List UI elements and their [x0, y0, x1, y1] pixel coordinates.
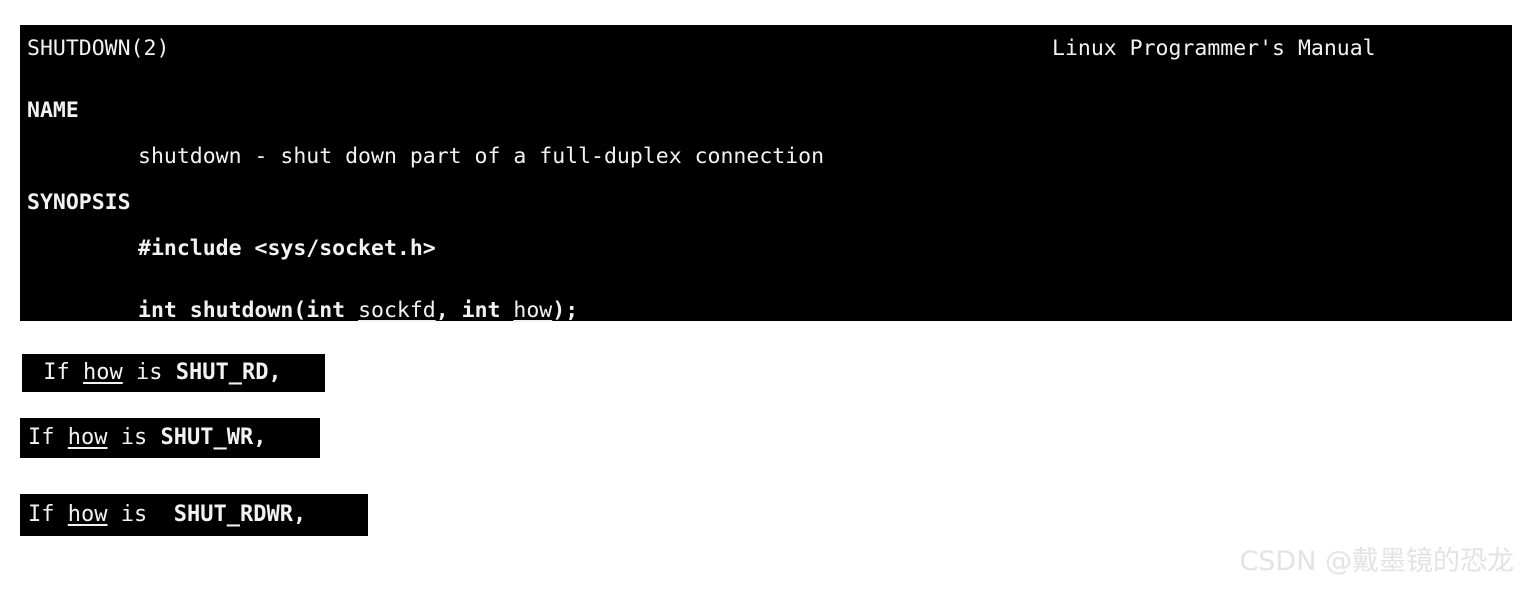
snippet-middle: is	[107, 502, 174, 527]
csdn-watermark: CSDN @戴墨镜的恐龙	[1239, 546, 1514, 577]
section-heading-synopsis: SYNOPSIS	[27, 190, 131, 215]
snippet-shut-wr: If how is SHUT_WR,	[20, 418, 320, 458]
snippet-constant-shut-wr: SHUT_WR,	[160, 425, 267, 450]
prototype-separator: , int	[435, 298, 514, 323]
snippet-constant-shut-rd: SHUT_RD,	[175, 360, 282, 385]
man-page-terminal-panel: SHUTDOWN(2) Linux Programmer's Manual NA…	[20, 25, 1512, 323]
man-header-right: Linux Programmer's Manual	[1052, 36, 1376, 61]
snippet-prefix: If	[30, 360, 83, 385]
snippet-prefix: If	[28, 425, 68, 450]
snippet-constant-shut-rdwr: SHUT_RDWR,	[173, 502, 307, 527]
snippet-param-how: how	[67, 425, 108, 450]
snippet-param-how: how	[67, 502, 108, 527]
prototype-prefix: int shutdown(int	[138, 298, 359, 323]
snippet-middle: is	[122, 360, 176, 385]
synopsis-include-line: #include <sys/socket.h>	[138, 236, 436, 261]
man-header-left: SHUTDOWN(2)	[27, 36, 170, 61]
snippet-prefix: If	[28, 502, 68, 527]
prototype-arg-sockfd: sockfd	[358, 298, 436, 323]
prototype-arg-how: how	[513, 298, 553, 323]
snippet-shut-rd: If how is SHUT_RD,	[22, 354, 325, 392]
snippet-param-how: how	[82, 360, 123, 385]
section-body-name: shutdown - shut down part of a full-dupl…	[138, 144, 825, 169]
synopsis-prototype-line: int shutdown(int sockfd, int how);	[138, 295, 578, 326]
section-heading-name: NAME	[27, 98, 79, 123]
snippet-shut-rdwr: If how is SHUT_RDWR,	[20, 494, 368, 536]
snippet-middle: is	[107, 425, 161, 450]
prototype-suffix: );	[552, 298, 579, 323]
